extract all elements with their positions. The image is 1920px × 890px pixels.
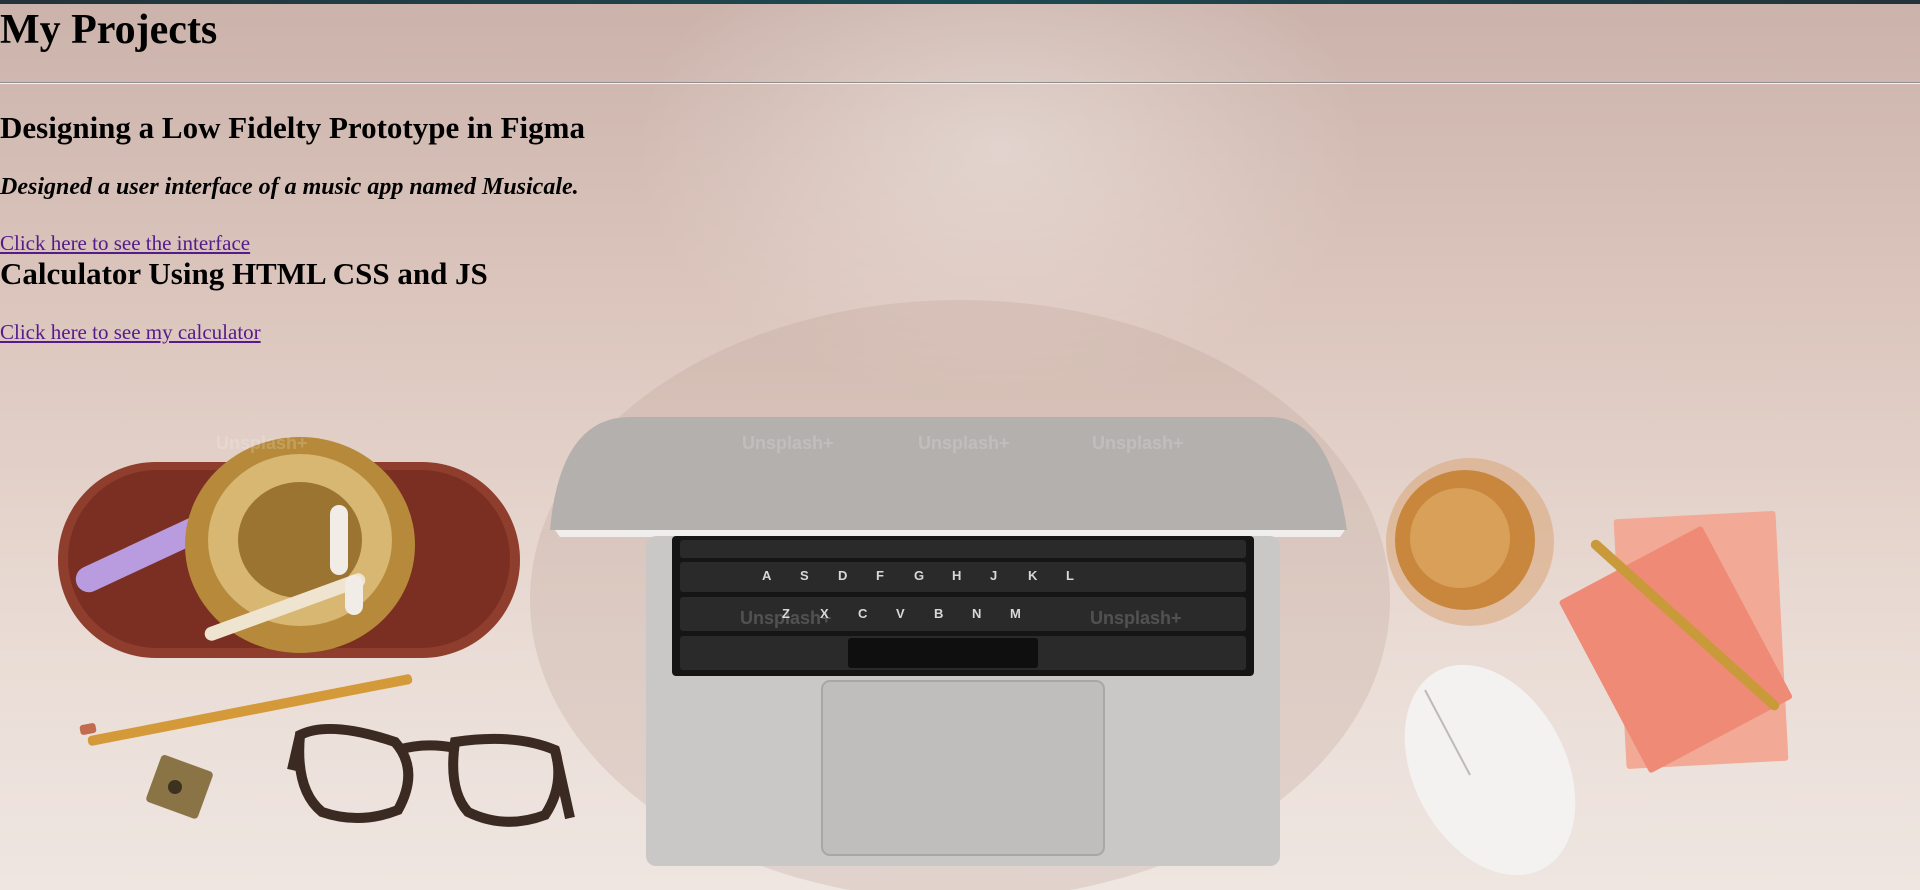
watermark-text: Unsplash+ [740, 608, 832, 628]
key-j: J [990, 568, 997, 583]
glasses [287, 723, 575, 827]
key-n: N [972, 606, 981, 621]
key-b: B [934, 606, 943, 621]
sharpener [146, 755, 213, 819]
key-k: K [1028, 568, 1038, 583]
calculator-link[interactable]: Click here to see my calculator [0, 320, 261, 344]
key-s: S [800, 568, 809, 583]
key-g: G [914, 568, 924, 583]
watermark-text: Unsplash+ [216, 433, 308, 453]
key-c: C [858, 606, 868, 621]
watermark-text: Unsplash+ [918, 433, 1010, 453]
title-divider [0, 82, 1920, 84]
figma-interface-link[interactable]: Click here to see the interface [0, 231, 250, 255]
drink-glass [1386, 458, 1554, 626]
project-description-figma: Designed a user interface of a music app… [0, 174, 579, 200]
tray [58, 437, 520, 658]
project-title-figma: Designing a Low Fidelty Prototype in Fig… [0, 110, 585, 145]
key-l: L [1066, 568, 1074, 583]
mouse [1404, 664, 1576, 876]
key-d: D [838, 568, 847, 583]
key-v: V [896, 606, 905, 621]
watermark-text: Unsplash+ [1092, 433, 1184, 453]
project-title-calculator: Calculator Using HTML CSS and JS [0, 256, 488, 291]
laptop [550, 417, 1347, 866]
key-f: F [876, 568, 884, 583]
key-a: A [762, 568, 772, 583]
watermark-text: Unsplash+ [742, 433, 834, 453]
page-title: My Projects [0, 7, 218, 53]
notepads [1559, 511, 1793, 773]
key-m: M [1010, 606, 1021, 621]
watermark-text: Unsplash+ [1090, 608, 1182, 628]
key-h: H [952, 568, 961, 583]
